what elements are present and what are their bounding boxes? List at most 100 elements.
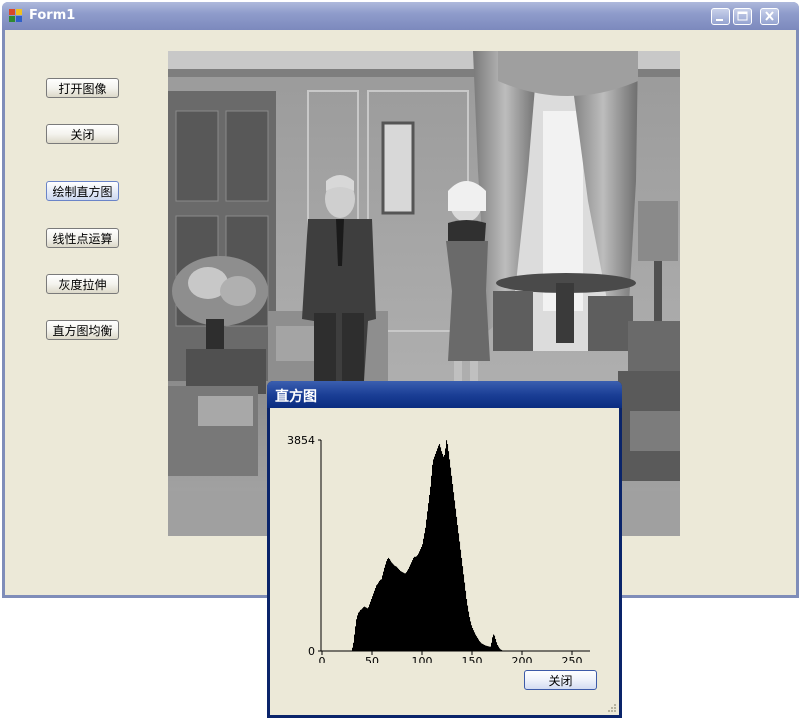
minimize-icon: [716, 19, 723, 21]
histogram-bar: [420, 549, 422, 651]
minimize-button[interactable]: [711, 8, 730, 25]
histogram-bar: [451, 475, 453, 651]
histogram-bar: [363, 607, 365, 651]
histogram-bar: [391, 562, 393, 651]
histogram-equalization-button[interactable]: 直方图均衡: [46, 320, 119, 340]
histogram-bar: [360, 609, 362, 651]
histogram-bar: [490, 646, 492, 651]
histogram-bar: [458, 533, 460, 651]
histogram-bar: [355, 626, 357, 651]
histogram-bar: [378, 582, 380, 651]
histogram-bar: [435, 453, 437, 651]
histogram-bar: [393, 564, 395, 651]
histogram-bar: [357, 615, 359, 651]
histogram-bar: [473, 630, 475, 651]
x-tick-label: 50: [365, 655, 379, 663]
histogram-bar: [456, 516, 458, 651]
histogram-bar: [457, 525, 459, 651]
histogram-bar: [404, 573, 406, 651]
histogram-bar: [431, 475, 433, 651]
histogram-bar: [410, 564, 412, 651]
histogram-bar: [500, 649, 502, 651]
histogram-bar: [417, 555, 419, 651]
histogram-bar: [472, 628, 474, 651]
dialog-close-button[interactable]: 关闭: [524, 670, 597, 690]
y-tick-label: 3854: [287, 434, 315, 447]
histogram-bar: [463, 574, 465, 651]
histogram-bar: [367, 608, 369, 651]
histogram-bar: [427, 511, 429, 651]
histogram-bar: [491, 642, 493, 651]
histogram-bar: [471, 625, 473, 651]
histogram-bar: [373, 593, 375, 651]
histogram-bar: [494, 635, 496, 651]
histogram-bar: [468, 611, 470, 651]
histogram-bar: [369, 604, 371, 651]
app-icon[interactable]: [9, 9, 23, 23]
histogram-bar: [498, 646, 500, 651]
histogram-bar: [467, 605, 469, 651]
histogram-bar: [356, 619, 358, 651]
x-axis-ticks: 0 50 100 150 200 250: [319, 651, 583, 663]
histogram-bar: [362, 608, 364, 651]
histogram-bar: [461, 557, 463, 651]
histogram-bar: [358, 612, 360, 651]
histogram-bar: [415, 556, 417, 651]
histogram-bar: [453, 492, 455, 651]
open-image-button[interactable]: 打开图像: [46, 78, 119, 98]
maximize-button[interactable]: [733, 8, 752, 25]
histogram-bar: [370, 601, 372, 651]
histogram-bar: [398, 568, 400, 651]
x-tick-label: 100: [412, 655, 433, 663]
histogram-chart: 0 50 100 150 200 250 0 3854: [287, 434, 590, 663]
histogram-dialog: 直方图 0 50 100 150 200 250 0 3854 关闭: [267, 381, 622, 718]
close-window-button[interactable]: [760, 8, 779, 25]
draw-histogram-button[interactable]: 绘制直方图: [46, 181, 119, 201]
histogram-bar: [365, 607, 367, 651]
x-tick-label: 250: [562, 655, 583, 663]
histogram-bar: [397, 567, 399, 651]
histogram-bar: [495, 638, 497, 651]
histogram-bar: [396, 566, 398, 651]
dialog-client-area: 0 50 100 150 200 250 0 3854 关闭: [270, 408, 619, 715]
histogram-bar: [388, 557, 390, 651]
dialog-title: 直方图: [275, 389, 317, 405]
gray-stretch-button[interactable]: 灰度拉伸: [46, 274, 119, 294]
histogram-bar: [390, 560, 392, 651]
histogram-bar: [430, 486, 432, 651]
histogram-bar: [395, 566, 397, 651]
histogram-bar: [479, 641, 481, 651]
histogram-bar: [416, 556, 418, 651]
histogram-bar: [497, 644, 499, 651]
histogram-bar: [438, 445, 440, 651]
histogram-bar: [387, 559, 389, 651]
histogram-bar: [418, 553, 420, 651]
dialog-title-bar[interactable]: 直方图: [267, 381, 622, 408]
title-bar[interactable]: Form1: [2, 2, 799, 30]
histogram-bar: [428, 503, 430, 651]
histogram-bar: [445, 448, 447, 651]
histogram-bar: [354, 634, 356, 651]
histogram-bar: [371, 598, 373, 651]
histogram-bar: [353, 642, 355, 651]
histogram-bar: [440, 447, 442, 651]
histogram-bar: [481, 643, 483, 651]
histogram-bar: [441, 451, 443, 651]
histogram-bar: [426, 519, 428, 651]
resize-grip-icon[interactable]: [607, 703, 617, 713]
histogram-bar: [477, 637, 479, 651]
histogram-bar: [405, 573, 407, 651]
histogram-bar: [444, 455, 446, 651]
histogram-bar: [406, 572, 408, 651]
close-button[interactable]: 关闭: [46, 124, 119, 144]
histogram-bar: [385, 564, 387, 651]
histogram-bar: [496, 642, 498, 651]
histogram-bar: [414, 556, 416, 651]
histogram-bar: [392, 563, 394, 651]
histogram-bar: [437, 448, 439, 651]
histogram-bar: [423, 538, 425, 651]
histogram-bar: [384, 567, 386, 651]
histogram-bar: [352, 647, 354, 651]
linear-point-operation-button[interactable]: 线性点运算: [46, 228, 119, 248]
histogram-bar: [442, 453, 444, 651]
